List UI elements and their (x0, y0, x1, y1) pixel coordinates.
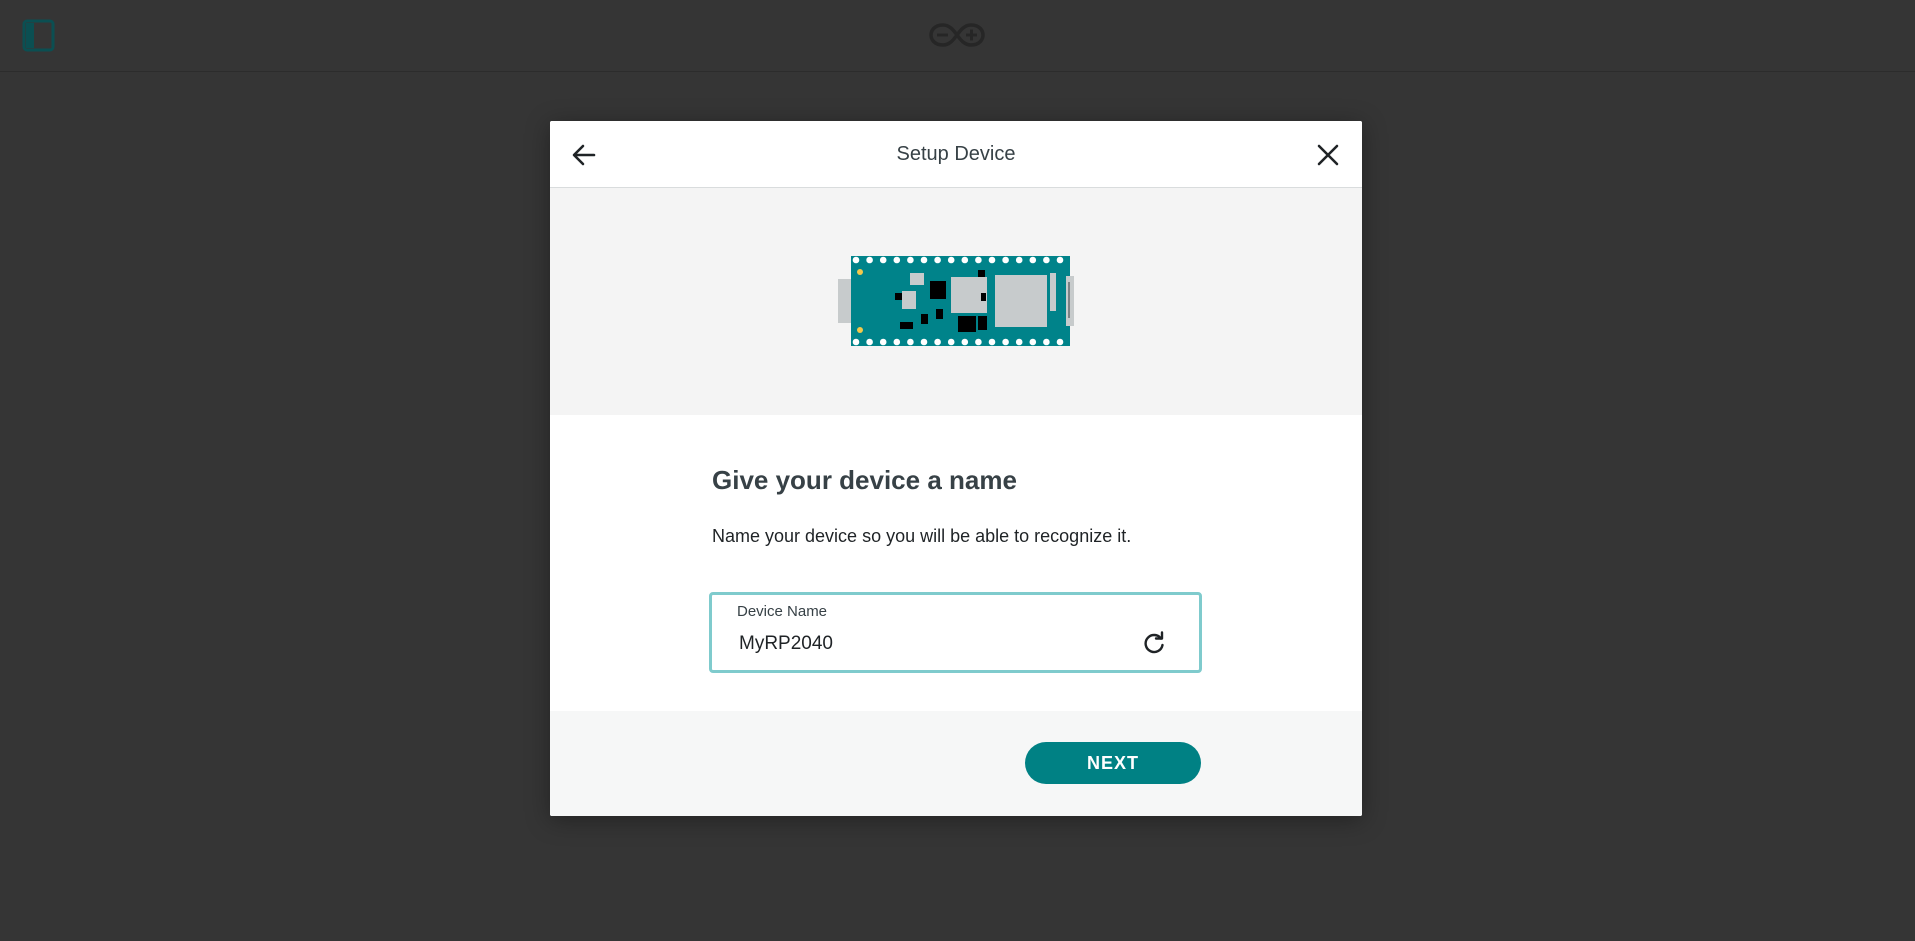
close-button[interactable] (1312, 139, 1344, 171)
modal-footer: NEXT (550, 711, 1362, 816)
setup-device-modal: Setup Device Give your device a name Nam… (550, 121, 1362, 816)
content-section: Give your device a name Name your device… (550, 415, 1362, 711)
arrow-left-icon (572, 144, 596, 166)
refresh-icon (1144, 631, 1164, 654)
arduino-infinity-logo-icon (929, 23, 985, 47)
app-header (0, 0, 1915, 72)
modal-header: Setup Device (550, 121, 1362, 188)
device-name-field[interactable]: Device Name (709, 592, 1202, 673)
back-button[interactable] (568, 139, 600, 171)
device-name-input[interactable] (739, 629, 1119, 659)
content-description: Name your device so you will be able to … (712, 526, 1132, 546)
modal-title: Setup Device (896, 143, 1016, 165)
content-heading: Give your device a name (712, 465, 1017, 495)
close-icon (1317, 144, 1339, 166)
sidebar-toggle-icon[interactable] (22, 19, 55, 52)
regenerate-name-button[interactable] (1139, 629, 1169, 659)
device-name-label: Device Name (737, 603, 828, 620)
illustration-area (550, 188, 1362, 415)
next-button[interactable]: NEXT (1025, 742, 1201, 784)
board-illustration (838, 256, 1074, 346)
